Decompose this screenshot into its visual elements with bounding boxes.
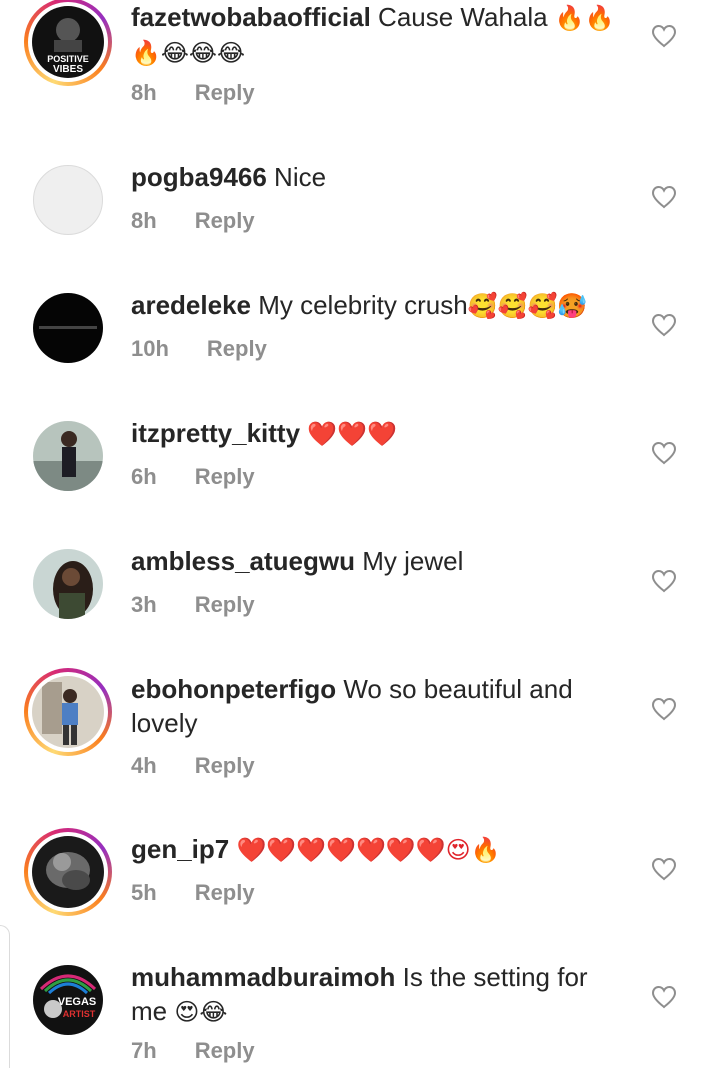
comment-username[interactable]: itzpretty_kitty [131,418,300,448]
avatar: POSITIVE VIBES [32,6,104,78]
comment-text: itzpretty_kitty ❤️❤️❤️ [131,416,631,451]
comment-username[interactable]: aredeleke [131,290,251,320]
comment-username[interactable]: gen_ip7 [131,834,229,864]
avatar [33,421,103,491]
like-heart-icon[interactable] [651,313,677,337]
comment-text: gen_ip7 ❤️❤️❤️❤️❤️❤️❤️😍🔥 [131,832,631,867]
avatar [32,676,104,748]
comment-meta: 7h Reply [131,1038,255,1064]
reply-button[interactable]: Reply [195,753,255,778]
comment-username[interactable]: muhammadburaimoh [131,962,395,992]
like-heart-icon[interactable] [651,24,677,48]
avatar [32,836,104,908]
avatar-wrapper[interactable] [24,412,112,500]
avatar-text: POSITIVE [47,54,89,64]
comment-item: ebohonpeterfigo Wo so beautiful and love… [0,640,720,800]
avatar-wrapper[interactable] [24,540,112,628]
panel-edge-divider [0,925,10,1068]
comment-item: aredeleke My celebrity crush🥰🥰🥰🥵 10h Repl… [0,256,720,376]
comment-time: 4h [131,753,157,778]
comment-item: gen_ip7 ❤️❤️❤️❤️❤️❤️❤️😍🔥 5h Reply [0,800,720,925]
comment-emojis: ❤️❤️❤️❤️❤️❤️❤️😍🔥 [236,836,501,864]
avatar-wrapper[interactable]: VEGAS ARTIST [24,956,112,1044]
comment-item: VEGAS ARTIST muhammadburaimoh Is the set… [0,928,720,1068]
reply-button[interactable]: Reply [207,336,267,361]
avatar [33,293,103,363]
comment-emojis: 🥰🥰🥰🥵 [467,292,588,320]
comment-username[interactable]: pogba9466 [131,162,267,192]
avatar-text: VEGAS [58,996,97,1008]
avatar-wrapper[interactable] [24,156,112,244]
comments-list: POSITIVE VIBES fazetwobabaofficial Cause… [0,0,720,1068]
comment-meta: 5h Reply [131,880,255,906]
reply-button[interactable]: Reply [195,592,255,617]
reply-button[interactable]: Reply [195,208,255,233]
comment-meta: 8h Reply [131,208,255,234]
comment-time: 5h [131,880,157,905]
comment-username[interactable]: ambless_atuegwu [131,546,355,576]
comment-body: Nice [266,162,327,192]
like-heart-icon[interactable] [651,441,677,465]
comment-time: 10h [131,336,169,361]
avatar [33,549,103,619]
like-heart-icon[interactable] [651,569,677,593]
comment-meta: 3h Reply [131,592,255,618]
avatar-text: VIBES [53,64,83,75]
avatar-story-ring[interactable] [24,828,112,916]
avatar-wrapper[interactable] [24,284,112,372]
avatar [33,165,103,235]
comment-time: 3h [131,592,157,617]
like-heart-icon[interactable] [651,985,677,1009]
like-heart-icon[interactable] [651,185,677,209]
comment-body: My celebrity crush [250,290,468,320]
comment-body: Cause Wahala [370,2,555,32]
like-heart-icon[interactable] [651,697,677,721]
comment-time: 8h [131,208,157,233]
comment-body: My jewel [354,546,464,576]
avatar: VEGAS ARTIST [33,965,103,1035]
comment-time: 8h [131,80,157,105]
comment-item: pogba9466 Nice 8h Reply [0,128,720,248]
avatar-text: ARTIST [63,1009,96,1019]
reply-button[interactable]: Reply [195,80,255,105]
reply-button[interactable]: Reply [195,1038,255,1063]
comment-item: ambless_atuegwu My jewel 3h Reply [0,512,720,632]
avatar-story-ring[interactable] [24,668,112,756]
comment-text: ambless_atuegwu My jewel [131,544,631,578]
comment-text: fazetwobabaofficial Cause Wahala 🔥🔥🔥😂😂😂 [131,0,631,70]
comment-username[interactable]: fazetwobabaofficial [131,2,371,32]
comment-item: itzpretty_kitty ❤️❤️❤️ 6h Reply [0,384,720,504]
reply-button[interactable]: Reply [195,880,255,905]
comment-text: aredeleke My celebrity crush🥰🥰🥰🥵 [131,288,631,323]
comment-emojis: 😍😂 [174,998,228,1026]
like-heart-icon[interactable] [651,857,677,881]
comment-username[interactable]: ebohonpeterfigo [131,674,336,704]
comment-text: ebohonpeterfigo Wo so beautiful and love… [131,672,621,740]
comment-meta: 10h Reply [131,336,267,362]
comment-item: POSITIVE VIBES fazetwobabaofficial Cause… [0,0,720,120]
comment-text: pogba9466 Nice [131,160,631,194]
comment-time: 7h [131,1038,157,1063]
comment-emojis: ❤️❤️❤️ [307,420,397,448]
comment-meta: 4h Reply [131,753,255,779]
reply-button[interactable]: Reply [195,464,255,489]
comment-time: 6h [131,464,157,489]
comment-text: muhammadburaimoh Is the setting for me 😍… [131,960,621,1029]
avatar-story-ring[interactable]: POSITIVE VIBES [24,0,112,86]
comment-meta: 8h Reply [131,80,255,106]
comment-meta: 6h Reply [131,464,255,490]
